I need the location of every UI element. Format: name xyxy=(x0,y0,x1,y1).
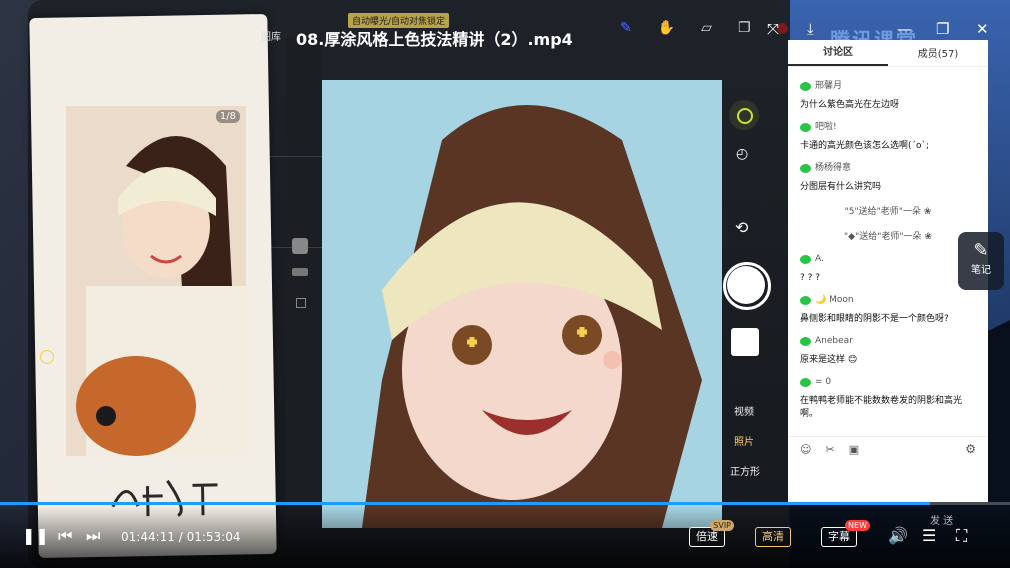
gear-icon[interactable]: ⚙ xyxy=(965,442,976,456)
gallery-label: 图库 xyxy=(261,32,281,43)
notes-label: 笔记 xyxy=(971,265,991,276)
subtitle-label: 字幕 xyxy=(828,530,850,543)
message-user: A. xyxy=(815,254,824,264)
tab-members[interactable]: 成员(57) xyxy=(888,45,988,66)
illustration-image xyxy=(322,80,722,528)
message-user: = 0 xyxy=(815,377,832,387)
message-user: Anebear xyxy=(815,336,853,346)
speed-button[interactable]: 倍速 SVIP xyxy=(689,520,734,547)
message-text: 分图层有什么讲究吗 xyxy=(800,182,882,192)
time-readout: 01:44:11 / 01:53:04 xyxy=(121,530,241,544)
list-item: 杨杨得意 分图层有什么讲究吗 xyxy=(800,162,976,194)
message-text: 为什么紫色高光在左边呀 xyxy=(800,100,900,110)
emoji-icon[interactable]: ☺ xyxy=(800,443,811,456)
image-icon[interactable]: ▣ xyxy=(849,443,859,456)
next-icon[interactable]: ⏭ xyxy=(86,526,100,546)
wechat-icon xyxy=(800,255,811,264)
previous-icon[interactable]: ⏮ xyxy=(58,526,72,546)
drawing-canvas xyxy=(322,80,722,528)
focus-ring-icon[interactable] xyxy=(729,100,759,130)
restore-window-icon[interactable]: ❐ xyxy=(936,20,949,38)
message-text: 卡通的高光颜色该怎么选啊(´o`; xyxy=(800,141,930,151)
message-text: 鼻侧影和眼睛的阴影不是一个颜色呀? xyxy=(800,314,949,324)
list-item: A. ? ? ? xyxy=(800,253,976,285)
current-time: 01:44:11 xyxy=(121,530,175,544)
speed-label: 倍速 xyxy=(696,530,718,543)
exposure-slider-icon[interactable] xyxy=(40,350,54,364)
gift-notice: "5"送给"老师"一朵 ❀ xyxy=(844,207,932,217)
panel-tabs: 讨论区 成员(57) xyxy=(788,40,988,67)
video-title: 08.厚涂风格上色技法精讲（2）.mp4 xyxy=(296,30,573,49)
message-user: 🌙 Moon xyxy=(815,295,854,305)
message-text: ? ? ? xyxy=(800,273,821,283)
wechat-icon xyxy=(800,164,811,173)
message-user: 杨杨得意 xyxy=(815,163,852,173)
drawing-tool-panel xyxy=(268,38,324,508)
reference-portrait-image xyxy=(66,106,246,456)
drawing-toolbar: ✎ ✋ ▱ ❐ ● xyxy=(620,20,789,36)
square-tool-icon xyxy=(296,298,306,308)
list-item: 吧啦! 卡通的高光颜色该怎么选啊(´o`; xyxy=(800,121,976,153)
wechat-icon xyxy=(800,378,811,387)
playlist-icon[interactable]: ☰ xyxy=(922,526,936,545)
eraser-icon: ▱ xyxy=(701,20,712,36)
wechat-icon xyxy=(800,296,811,305)
duration: 01:53:04 xyxy=(186,530,241,544)
wechat-icon xyxy=(800,82,811,91)
message-user: 吧啦! xyxy=(815,122,837,132)
brush-size-icon xyxy=(292,268,308,276)
subtitle-button[interactable]: 字幕 NEW xyxy=(821,520,870,547)
scissors-icon[interactable]: ✂ xyxy=(825,443,834,456)
share-icon[interactable]: ⤧ xyxy=(767,20,779,38)
message-text: 在鸭鸭老师能不能数数卷发的阴影和高光啊。 xyxy=(800,396,963,419)
svip-badge: SVIP xyxy=(710,520,734,531)
pause-icon[interactable]: ❚❚ xyxy=(22,526,49,545)
timer-icon[interactable]: ◴ xyxy=(736,146,748,162)
message-composer[interactable]: ☺ ✂ ▣ ⚙ xyxy=(788,436,988,503)
quality-button[interactable]: 高清 xyxy=(755,527,791,547)
download-icon[interactable]: ⤓ xyxy=(807,20,814,38)
progress-fill xyxy=(0,502,931,505)
tab-discussion[interactable]: 讨论区 xyxy=(788,43,888,66)
smudge-icon: ✋ xyxy=(657,20,676,36)
pen-icon: ✎ xyxy=(620,20,632,36)
mode-square[interactable]: 正方形 xyxy=(730,463,760,478)
note-icon: ✎ xyxy=(973,240,989,261)
message-user: 邢馨月 xyxy=(815,81,843,91)
new-badge: NEW xyxy=(845,520,870,531)
gift-notice: "◆"送给"老师"一朵 ❀ xyxy=(844,232,932,242)
mode-video[interactable]: 视频 xyxy=(734,403,754,418)
wechat-icon xyxy=(800,337,811,346)
list-item: Anebear 原来是这样 😊 xyxy=(800,335,976,367)
minimize-icon[interactable]: — xyxy=(897,20,912,38)
reference-photo: 1/8 xyxy=(66,106,246,456)
canvas-frame xyxy=(268,156,324,248)
video-player[interactable]: 1/8 ◴ ⟲ 视频 照片 正方形 图库 自动曝光/自动对焦锁定 ✎ ✋ ▱ ❐… xyxy=(0,0,790,568)
notes-button[interactable]: ✎ 笔记 xyxy=(958,232,1004,290)
close-icon[interactable]: ✕ xyxy=(976,20,989,38)
shutter-inner xyxy=(727,266,765,304)
photo-counter: 1/8 xyxy=(215,110,240,123)
wechat-icon xyxy=(800,123,811,132)
fullscreen-icon[interactable]: ⛶ xyxy=(956,526,967,546)
list-item: 🌙 Moon 鼻侧影和眼睛的阴影不是一个颜色呀? xyxy=(800,294,976,326)
composer-toolbar: ☺ ✂ ▣ xyxy=(800,443,859,456)
layers-icon: ❐ xyxy=(737,20,751,36)
list-item: = 0 在鸭鸭老师能不能数数卷发的阴影和高光啊。 xyxy=(800,376,976,421)
volume-icon[interactable]: 🔊 xyxy=(888,526,908,545)
mode-photo[interactable]: 照片 xyxy=(734,433,754,448)
tool-swatch-icon xyxy=(292,238,308,254)
message-text: 原来是这样 😊 xyxy=(800,355,858,365)
thumbnail-preview[interactable] xyxy=(731,328,759,356)
flip-camera-icon[interactable]: ⟲ xyxy=(735,218,748,237)
list-item: 邢馨月 为什么紫色高光在左边呀 xyxy=(800,80,976,112)
